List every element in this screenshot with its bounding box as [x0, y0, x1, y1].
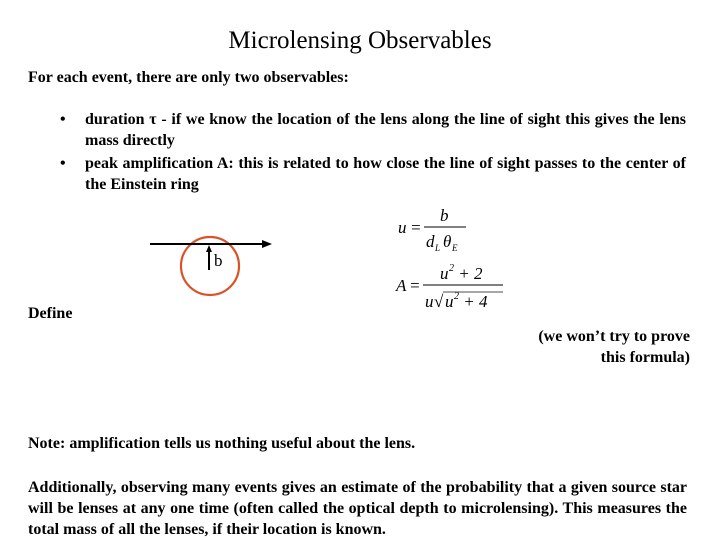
- impact-parameter-label: b: [214, 251, 223, 270]
- bullet-marker: •: [60, 155, 66, 172]
- formula-u-denominator-theta-sub: E: [451, 243, 458, 253]
- bullet-text: peak amplification A: this is related to…: [85, 155, 686, 193]
- formula-aside: (we won’t try to prove this formula): [538, 328, 690, 366]
- einstein-ring-diagram: b: [150, 235, 272, 297]
- formula-A-den-u: u: [425, 292, 434, 311]
- slide-title: Microlensing Observables: [228, 27, 492, 54]
- formula-A-num-rest: + 2: [454, 264, 483, 283]
- formula-A-equals: =: [409, 276, 420, 295]
- formulas: u = b d L θ E A = u 2 + 2 u √ u 2 + 4: [395, 206, 503, 311]
- formula-u-lhs: u: [398, 218, 407, 237]
- bullet-duration: • duration τ - if we know the location o…: [60, 109, 686, 151]
- optical-depth-paragraph: Additionally, observing many events give…: [28, 479, 687, 538]
- note-text: Note: amplification tells us nothing use…: [28, 435, 416, 452]
- formula-u-denominator-d: d: [426, 232, 435, 251]
- formula-A-num-base: u: [440, 264, 449, 283]
- formula-A: A = u 2 + 2 u √ u 2 + 4: [395, 263, 503, 311]
- formula-u-denominator-theta: θ: [443, 232, 451, 251]
- bullet-amplification: • peak amplification A: this is related …: [60, 153, 686, 195]
- bullet-text: duration τ - if we know the location of …: [85, 111, 686, 149]
- formula-A-den-base: u: [445, 292, 454, 311]
- formula-u-equals: =: [410, 218, 421, 237]
- intro-text: For each event, there are only two obser…: [28, 69, 349, 86]
- bullet-marker: •: [60, 111, 66, 128]
- formula-A-lhs: A: [395, 276, 407, 295]
- formula-A-den-sqrt: √: [434, 292, 444, 311]
- line-of-sight-arrowhead-icon: [262, 240, 272, 248]
- impact-parameter-arrowhead-icon: [206, 245, 212, 252]
- formula-u-numerator: b: [440, 206, 449, 225]
- formula-A-den-rest: + 4: [459, 292, 488, 311]
- define-label: Define: [28, 305, 73, 322]
- observables-list: • duration τ - if we know the location o…: [60, 109, 686, 195]
- formula-u: u = b d L θ E: [398, 206, 466, 253]
- formula-u-denominator-d-sub: L: [434, 243, 440, 253]
